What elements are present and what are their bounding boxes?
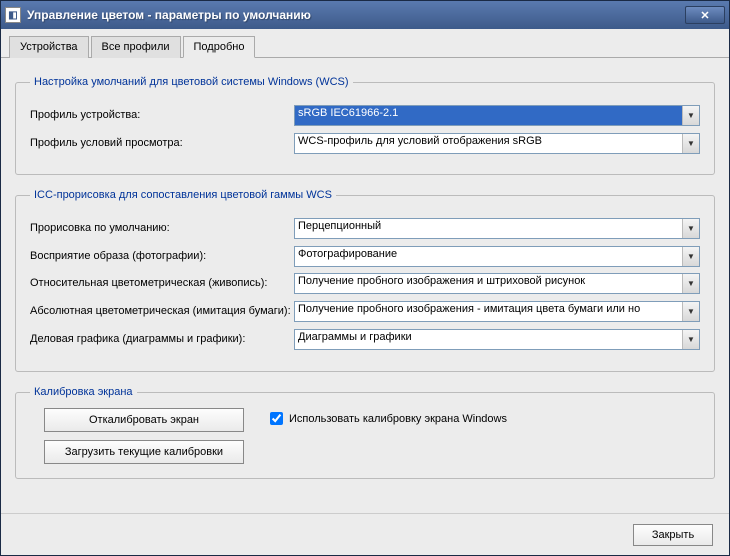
calibrate-button[interactable]: Откалибровать экран bbox=[44, 408, 244, 432]
use-windows-calibration-checkbox[interactable] bbox=[270, 412, 283, 425]
use-windows-calibration-wrap[interactable]: Использовать калибровку экрана Windows bbox=[270, 412, 507, 425]
abscol-select[interactable]: Получение пробного изображения - имитаци… bbox=[294, 301, 700, 322]
relcol-label: Относительная цветометрическая (живопись… bbox=[30, 273, 294, 290]
abscol-label: Абсолютная цветометрическая (имитация бу… bbox=[30, 301, 294, 318]
group-calibration: Калибровка экрана Откалибровать экран За… bbox=[15, 386, 715, 479]
viewing-profile-label: Профиль условий просмотра: bbox=[30, 137, 294, 149]
default-intent-select[interactable]: Перцепционный bbox=[294, 218, 700, 239]
tab-devices[interactable]: Устройства bbox=[9, 36, 89, 58]
default-intent-label: Прорисовка по умолчанию: bbox=[30, 222, 294, 234]
viewing-profile-select[interactable]: WCS-профиль для условий отображения sRGB bbox=[294, 133, 700, 154]
window-title: Управление цветом - параметры по умолчан… bbox=[27, 8, 685, 22]
titlebar: ◧ Управление цветом - параметры по умолч… bbox=[1, 1, 729, 29]
device-profile-select[interactable]: sRGB IEC61966-2.1 bbox=[294, 105, 700, 126]
group-calib-legend: Калибровка экрана bbox=[30, 386, 137, 398]
perceptual-select[interactable]: Фотографирование bbox=[294, 246, 700, 267]
window-close-button[interactable]: ✕ bbox=[685, 6, 725, 24]
relcol-select[interactable]: Получение пробного изображения и штрихов… bbox=[294, 273, 700, 294]
business-label: Деловая графика (диаграммы и графики): bbox=[30, 329, 294, 346]
content: Настройка умолчаний для цветовой системы… bbox=[1, 58, 729, 554]
footer: Закрыть bbox=[1, 513, 729, 555]
group-wcs-defaults: Настройка умолчаний для цветовой системы… bbox=[15, 76, 715, 175]
tabbar: Устройства Все профили Подробно bbox=[1, 29, 729, 58]
device-profile-label: Профиль устройства: bbox=[30, 109, 294, 121]
load-calibration-button[interactable]: Загрузить текущие калибровки bbox=[44, 440, 244, 464]
group-icc-legend: ICC-прорисовка для сопоставления цветово… bbox=[30, 189, 336, 201]
app-icon: ◧ bbox=[5, 7, 21, 23]
tab-advanced[interactable]: Подробно bbox=[183, 36, 256, 58]
group-wcs-legend: Настройка умолчаний для цветовой системы… bbox=[30, 76, 353, 88]
perceptual-label: Восприятие образа (фотографии): bbox=[30, 250, 294, 262]
window: ◧ Управление цветом - параметры по умолч… bbox=[0, 0, 730, 556]
business-select[interactable]: Диаграммы и графики bbox=[294, 329, 700, 350]
close-button[interactable]: Закрыть bbox=[633, 524, 713, 546]
tab-all-profiles[interactable]: Все профили bbox=[91, 36, 181, 58]
group-icc-rendering: ICC-прорисовка для сопоставления цветово… bbox=[15, 189, 715, 372]
use-windows-calibration-label: Использовать калибровку экрана Windows bbox=[289, 413, 507, 425]
